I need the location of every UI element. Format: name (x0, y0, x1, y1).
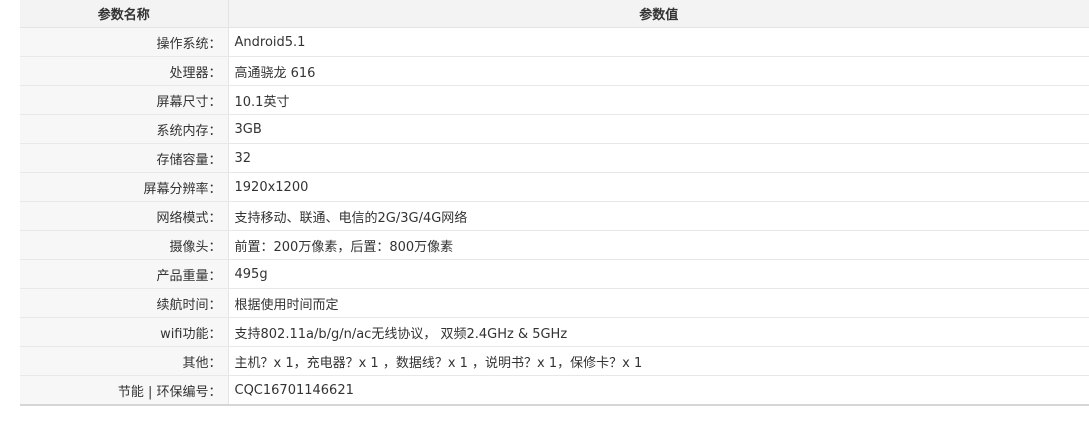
param-name: 处理器： (20, 56, 229, 86)
param-name: 网络模式： (20, 201, 229, 231)
spec-table: 参数名称 参数值 操作系统： Android5.1 处理器： 高通骁龙 616 … (20, 0, 1089, 406)
table-row: 网络模式： 支持移动、联通、电信的2G/3G/4G网络 (20, 201, 1089, 231)
param-value: 支持802.11a/b/g/n/ac无线协议， 双频2.4GHz & 5GHz (228, 317, 1089, 347)
param-value: 10.1英寸 (228, 85, 1089, 115)
table-row: wifi功能： 支持802.11a/b/g/n/ac无线协议， 双频2.4GHz… (20, 317, 1089, 347)
table-row: 节能 | 环保编号： CQC16701146621 (20, 375, 1089, 405)
table-row: 操作系统： Android5.1 (20, 27, 1089, 57)
table-row: 屏幕尺寸： 10.1英寸 (20, 85, 1089, 115)
param-value: 3GB (228, 114, 1089, 144)
table-row: 产品重量： 495g (20, 259, 1089, 289)
param-value: 1920x1200 (228, 172, 1089, 202)
table-row: 系统内存： 3GB (20, 114, 1089, 144)
param-name: 屏幕分辨率： (20, 172, 229, 202)
param-value: 支持移动、联通、电信的2G/3G/4G网络 (228, 201, 1089, 231)
param-value: 495g (228, 259, 1089, 289)
table-row: 续航时间： 根据使用时间而定 (20, 288, 1089, 318)
param-value: 根据使用时间而定 (228, 288, 1089, 318)
param-name: 摄像头： (20, 230, 229, 260)
table-row: 存储容量： 32 (20, 143, 1089, 173)
table-header-row: 参数名称 参数值 (20, 0, 1089, 28)
param-name: 节能 | 环保编号： (20, 375, 229, 405)
param-value: 前置：200万像素，后置：800万像素 (228, 230, 1089, 260)
table-row: 其他： 主机？x 1，充电器？x 1 ，数据线？x 1 ，说明书？x 1，保修卡… (20, 346, 1089, 376)
param-name: 其他： (20, 346, 229, 376)
param-name: 屏幕尺寸： (20, 85, 229, 115)
param-name: 续航时间： (20, 288, 229, 318)
param-name: 产品重量： (20, 259, 229, 289)
param-name: wifi功能： (20, 317, 229, 347)
column-header-name: 参数名称 (20, 0, 229, 28)
table-row: 屏幕分辨率： 1920x1200 (20, 172, 1089, 202)
param-name: 操作系统： (20, 27, 229, 57)
param-value: 高通骁龙 616 (228, 56, 1089, 86)
param-value: 32 (228, 143, 1089, 173)
param-value: 主机？x 1，充电器？x 1 ，数据线？x 1 ，说明书？x 1，保修卡？x 1 (228, 346, 1089, 376)
table-row: 处理器： 高通骁龙 616 (20, 56, 1089, 86)
param-name: 存储容量： (20, 143, 229, 173)
param-name: 系统内存： (20, 114, 229, 144)
column-header-value: 参数值 (228, 0, 1089, 28)
table-row: 摄像头： 前置：200万像素，后置：800万像素 (20, 230, 1089, 260)
param-value: CQC16701146621 (228, 375, 1089, 405)
param-value: Android5.1 (228, 27, 1089, 57)
